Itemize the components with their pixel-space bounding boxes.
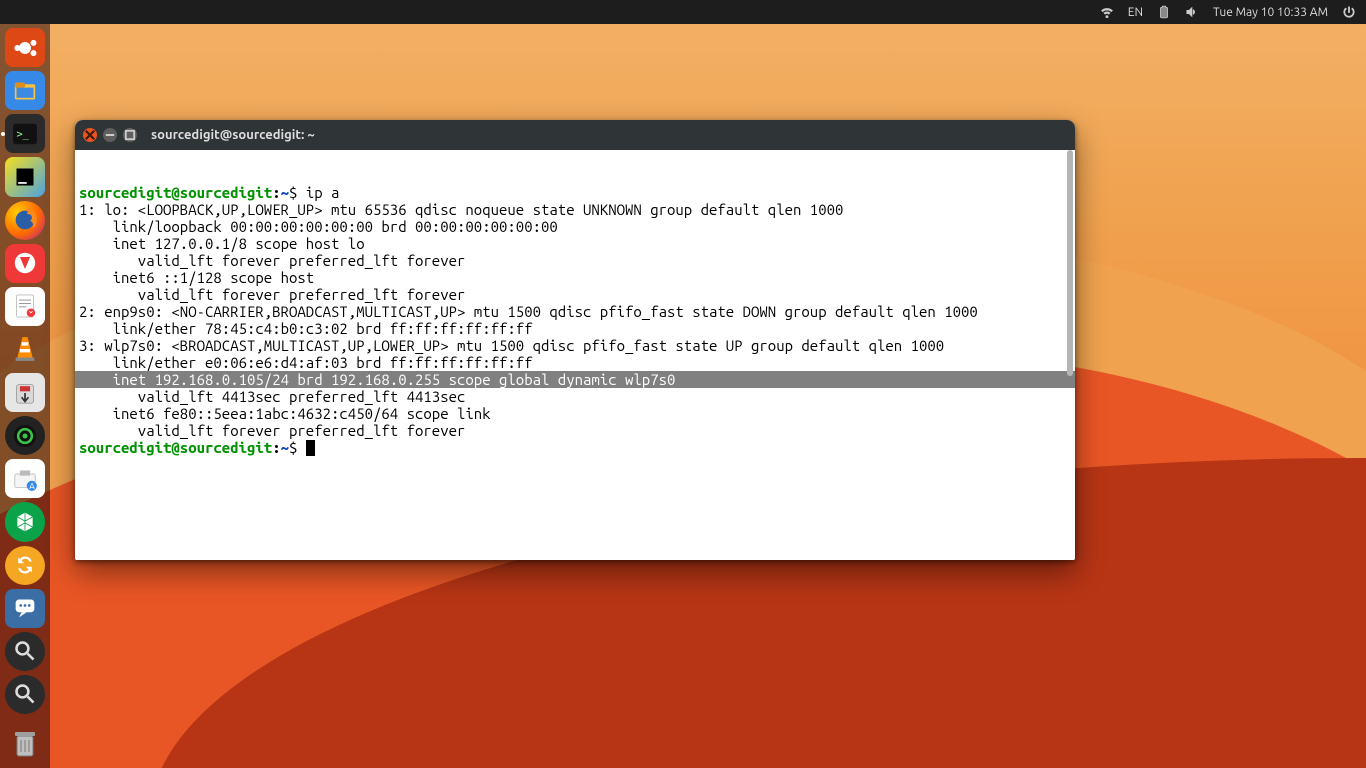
terminal-cursor [306, 440, 315, 456]
terminal-line: 2: enp9s0: <NO-CARRIER,BROADCAST,MULTICA… [75, 303, 1075, 320]
launcher-balena[interactable] [5, 502, 45, 541]
running-indicator [1, 132, 5, 136]
launcher-firefox[interactable] [5, 201, 45, 240]
input-language-label: EN [1128, 6, 1143, 19]
window-close-button[interactable] [83, 128, 97, 142]
launcher-magnifier-1[interactable] [5, 632, 45, 671]
terminal-line: link/loopback 00:00:00:00:00:00 brd 00:0… [75, 218, 1075, 235]
window-minimize-button[interactable] [103, 128, 117, 142]
svg-text:>_: >_ [17, 129, 30, 140]
terminal-window[interactable]: sourcedigit@sourcedigit: ~ sourcedigit@s… [75, 120, 1075, 560]
sound-indicator[interactable] [1185, 5, 1199, 19]
launcher-obs[interactable] [5, 416, 45, 455]
launcher-dock: >_ A [0, 24, 50, 768]
input-language[interactable]: EN [1128, 6, 1143, 19]
terminal-line: link/ether e0:06:e6:d4:af:03 brd ff:ff:f… [75, 354, 1075, 371]
clock-text: Tue May 10 10:33 AM [1213, 6, 1328, 19]
window-title: sourcedigit@sourcedigit: ~ [151, 128, 315, 142]
terminal-line: 1: lo: <LOOPBACK,UP,LOWER_UP> mtu 65536 … [75, 201, 1075, 218]
launcher-terminal[interactable]: >_ [5, 114, 45, 153]
window-titlebar[interactable]: sourcedigit@sourcedigit: ~ [75, 120, 1075, 150]
launcher-files[interactable] [5, 71, 45, 110]
top-bar: EN Tue May 10 10:33 AM [0, 0, 1366, 24]
terminal-line: inet 127.0.0.1/8 scope host lo [75, 235, 1075, 252]
terminal-line: valid_lft forever preferred_lft forever [75, 422, 1075, 439]
battery-indicator[interactable] [1157, 5, 1171, 19]
terminal-line: inet6 ::1/128 scope host [75, 269, 1075, 286]
terminal-line: sourcedigit@sourcedigit:~$ ip a [75, 184, 1075, 201]
scrollbar-thumb[interactable] [1067, 150, 1073, 376]
launcher-sync[interactable] [5, 546, 45, 585]
launcher-magnifier-2[interactable] [5, 675, 45, 714]
launcher-vlc[interactable] [5, 330, 45, 369]
terminal-line: link/ether 78:45:c4:b0:c3:02 brd ff:ff:f… [75, 320, 1075, 337]
launcher-show-applications[interactable] [5, 28, 45, 67]
terminal-line: 3: wlp7s0: <BROADCAST,MULTICAST,UP,LOWER… [75, 337, 1075, 354]
terminal-line: inet 192.168.0.105/24 brd 192.168.0.255 … [75, 371, 1075, 388]
power-menu[interactable] [1342, 5, 1356, 19]
svg-text:A: A [29, 481, 35, 491]
launcher-software[interactable]: A [5, 459, 45, 498]
terminal-prompt[interactable]: sourcedigit@sourcedigit:~$ [75, 439, 1075, 456]
terminal-line: valid_lft forever preferred_lft forever [75, 286, 1075, 303]
window-maximize-button[interactable] [123, 128, 137, 142]
terminal-scrollbar[interactable] [1065, 150, 1075, 560]
terminal-line: valid_lft 4413sec preferred_lft 4413sec [75, 388, 1075, 405]
launcher-jetbrains[interactable] [5, 157, 45, 196]
clock[interactable]: Tue May 10 10:33 AM [1213, 6, 1328, 19]
launcher-chat[interactable] [5, 589, 45, 628]
terminal-line: valid_lft forever preferred_lft forever [75, 252, 1075, 269]
wifi-indicator[interactable] [1100, 5, 1114, 19]
launcher-vivaldi[interactable] [5, 244, 45, 283]
launcher-transmission[interactable] [5, 373, 45, 412]
launcher-gedit[interactable] [5, 287, 45, 326]
terminal-body[interactable]: sourcedigit@sourcedigit:~$ ip a1: lo: <L… [75, 150, 1075, 560]
terminal-line: inet6 fe80::5eea:1abc:4632:c450/64 scope… [75, 405, 1075, 422]
launcher-trash[interactable] [5, 722, 45, 762]
